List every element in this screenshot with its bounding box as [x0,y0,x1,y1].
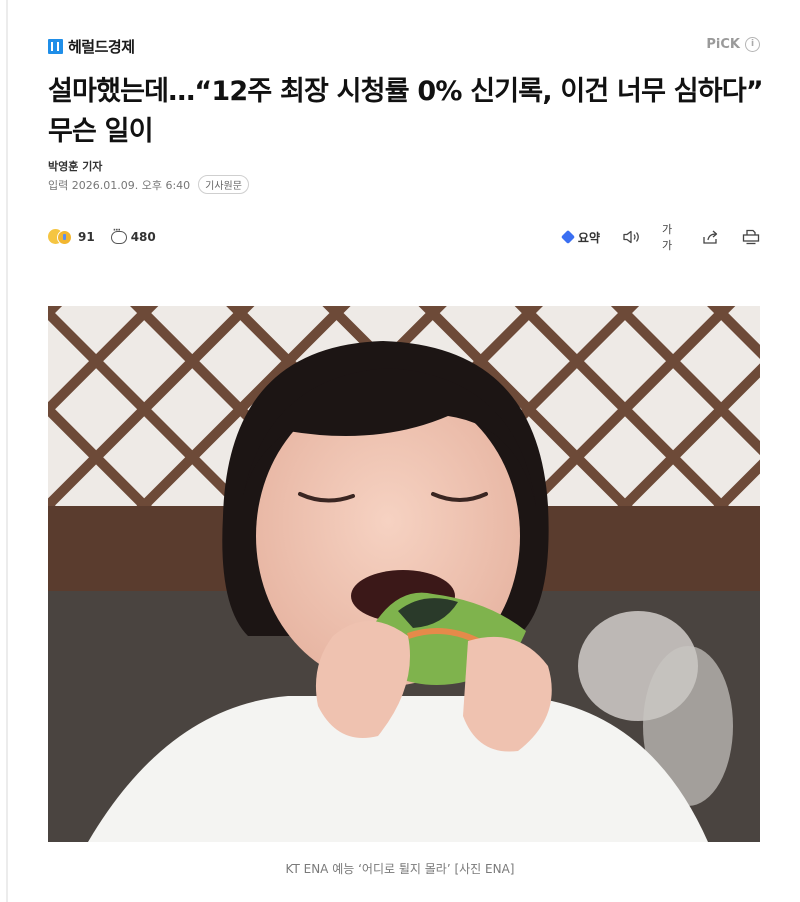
share-icon[interactable] [702,228,720,246]
print-icon[interactable] [742,228,760,246]
pick-label: PiCK [706,37,740,52]
pick-badge[interactable]: PiCK i [706,37,760,52]
article-meta: 입력 2026.01.09. 오후 6:40 기사원문 [48,175,249,194]
reporter-name[interactable]: 박영훈 기자 [48,158,102,174]
article-headline: 설마했는데…“12주 최장 시청률 0% 신기록, 이건 너무 심하다” 무슨 … [48,76,764,147]
article-action-bar: 91 480 요약 가가 [48,223,760,252]
photo-illustration [48,306,760,842]
comment-button[interactable]: 480 [110,226,156,244]
article-tools: 요약 가가 [562,223,760,252]
page-divider [6,0,8,902]
press-header: 헤럴드경제 PiCK i [48,36,760,60]
font-size-button[interactable]: 가가 [662,223,680,252]
reaction-count: 91 [78,230,95,244]
summary-spark-icon [562,231,574,243]
photo-caption: KT ENA 예능 ‘어디로 튈지 몰라’ [사진 ENA] [285,862,515,876]
press-logo[interactable]: 헤럴드경제 [48,36,135,57]
original-article-button[interactable]: 기사원문 [198,175,249,194]
article-photo[interactable] [48,306,760,842]
publish-date: 입력 2026.01.09. 오후 6:40 [48,178,191,192]
reaction-emoji-icon[interactable] [48,228,72,246]
summary-button[interactable]: 요약 [562,229,600,246]
info-icon[interactable]: i [745,37,760,52]
herald-logo-icon [48,39,63,54]
press-name: 헤럴드경제 [68,38,135,56]
summary-label: 요약 [577,230,600,245]
comment-icon [110,226,127,244]
reaction-group: 91 480 [48,226,156,246]
comment-count: 480 [130,230,156,244]
speaker-icon[interactable] [622,228,640,246]
